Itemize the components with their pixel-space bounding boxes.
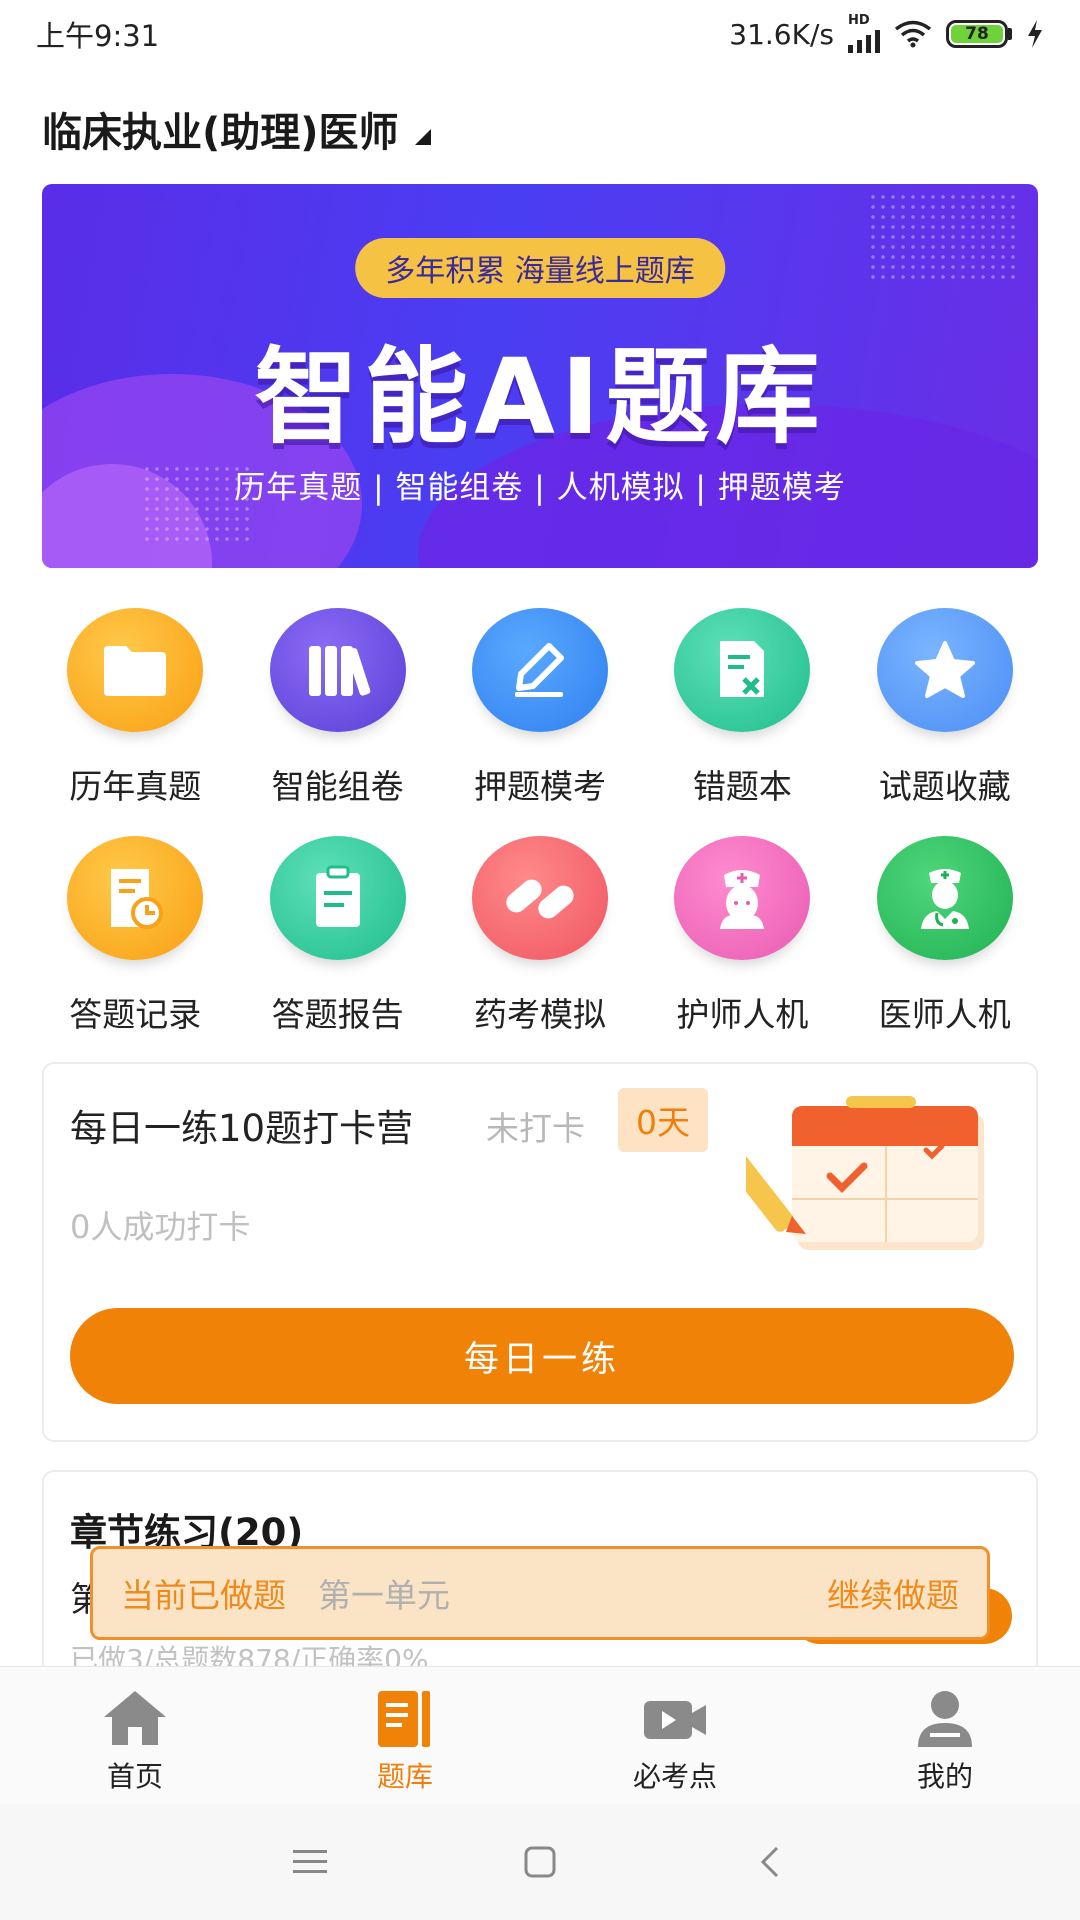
pen-icon xyxy=(471,608,608,732)
grid-label: 智能组卷 xyxy=(271,767,404,806)
grid-label: 药考模拟 xyxy=(473,995,606,1034)
grid-label: 历年真题 xyxy=(69,767,202,806)
record-clock-icon xyxy=(67,836,204,960)
tab-label: 我的 xyxy=(916,1760,973,1793)
tab-question-bank[interactable]: 题库 xyxy=(270,1667,540,1804)
tab-label: 题库 xyxy=(376,1760,433,1793)
grid-item-answer-report[interactable]: 答题报告 xyxy=(236,836,438,1036)
pill-icon xyxy=(471,836,608,960)
grid-label: 答题报告 xyxy=(271,995,404,1034)
back-button[interactable] xyxy=(740,1832,800,1892)
star-icon xyxy=(876,608,1013,732)
banner-pill: 多年积累 海量线上题库 xyxy=(355,238,725,298)
daily-checkin-card: 每日一练10题打卡营 未打卡 0天 0人成功打卡 每日一练 xyxy=(42,1062,1038,1442)
status-bar: 上午9:31 31.6K/s HD 78 xyxy=(0,0,1080,68)
checkin-status: 未打卡 xyxy=(486,1109,585,1148)
feature-grid: 历年真题 智能组卷 押题模考 错题本 试题收藏 答题记录 答题报告 药考模拟 护… xyxy=(34,608,1046,1036)
grid-item-smart-paper[interactable]: 智能组卷 xyxy=(236,608,438,808)
wrong-doc-icon xyxy=(674,608,811,732)
clipboard-icon xyxy=(269,836,406,960)
question-bank-icon xyxy=(378,1691,430,1747)
grid-item-past-exams[interactable]: 历年真题 xyxy=(34,608,236,808)
grid-item-predicted-exam[interactable]: 押题模考 xyxy=(439,608,641,808)
grid-item-favorites[interactable]: 试题收藏 xyxy=(844,608,1046,808)
exam-selector[interactable]: 临床执业(助理)医师 xyxy=(42,100,431,158)
tab-label: 首页 xyxy=(106,1760,163,1793)
checkin-count: 0人成功打卡 xyxy=(70,1208,251,1246)
tab-label: 必考点 xyxy=(632,1760,717,1793)
status-time: 上午9:31 xyxy=(36,19,160,53)
tab-home[interactable]: 首页 xyxy=(0,1667,270,1804)
checkin-title: 每日一练10题打卡营 xyxy=(70,1107,414,1150)
continue-button[interactable]: 继续做题 xyxy=(827,1569,959,1617)
books-icon xyxy=(269,608,406,732)
banner-title: 智能AI题库 xyxy=(254,336,826,458)
tab-key-points[interactable]: 必考点 xyxy=(540,1667,810,1804)
grid-label: 医师人机 xyxy=(878,995,1011,1034)
calendar-illustration-icon xyxy=(746,1096,984,1250)
continue-practice-bar[interactable]: 当前已做题 第一单元 继续做题 xyxy=(90,1546,990,1640)
recents-button[interactable] xyxy=(280,1832,340,1892)
grid-label: 试题收藏 xyxy=(878,767,1011,806)
system-nav-bar xyxy=(0,1804,1080,1920)
nurse-icon xyxy=(674,836,811,960)
tab-mine[interactable]: 我的 xyxy=(810,1667,1080,1804)
current-progress-label: 当前已做题 xyxy=(121,1576,286,1615)
exam-title: 临床执业(助理)医师 xyxy=(42,110,399,156)
battery-level: 78 xyxy=(951,24,1003,44)
grid-label: 错题本 xyxy=(692,767,792,806)
grid-item-pharmacy-mock[interactable]: 药考模拟 xyxy=(439,836,641,1036)
folder-icon xyxy=(67,608,204,732)
menu-icon xyxy=(293,1850,327,1873)
grid-label: 护师人机 xyxy=(676,995,809,1034)
back-icon xyxy=(760,1846,779,1878)
grid-item-wrong-book[interactable]: 错题本 xyxy=(641,608,843,808)
network-speed: 31.6K/s xyxy=(729,17,834,51)
grid-item-doctor-computer[interactable]: 医师人机 xyxy=(844,836,1046,1036)
promo-banner[interactable]: 多年积累 海量线上题库 智能AI题库 历年真题 | 智能组卷 | 人机模拟 | … xyxy=(42,184,1038,568)
charging-icon xyxy=(1028,20,1042,48)
doctor-icon xyxy=(876,836,1013,960)
wifi-icon xyxy=(894,20,932,48)
home-icon xyxy=(104,1691,166,1745)
home-button[interactable] xyxy=(510,1832,570,1892)
battery-icon: 78 xyxy=(946,20,1012,48)
hd-badge: HD xyxy=(848,13,870,28)
grid-label: 押题模考 xyxy=(473,767,606,806)
dropdown-triangle-icon xyxy=(414,129,431,145)
bottom-nav: 首页 题库 必考点 我的 xyxy=(0,1666,1080,1804)
grid-item-nurse-computer[interactable]: 护师人机 xyxy=(641,836,843,1036)
checkin-days-badge: 0天 xyxy=(618,1088,708,1152)
signal-icon: HD xyxy=(848,13,880,53)
square-icon xyxy=(524,1846,556,1878)
grid-item-answer-record[interactable]: 答题记录 xyxy=(34,836,236,1036)
user-icon xyxy=(918,1691,972,1747)
grid-label: 答题记录 xyxy=(69,995,202,1034)
daily-practice-button[interactable]: 每日一练 xyxy=(70,1308,1014,1404)
video-icon xyxy=(644,1701,706,1739)
status-indicators: 31.6K/s HD 78 xyxy=(729,13,1044,53)
current-unit: 第一单元 xyxy=(318,1576,450,1615)
banner-subtitle: 历年真题 | 智能组卷 | 人机模拟 | 押题模考 xyxy=(234,470,846,506)
